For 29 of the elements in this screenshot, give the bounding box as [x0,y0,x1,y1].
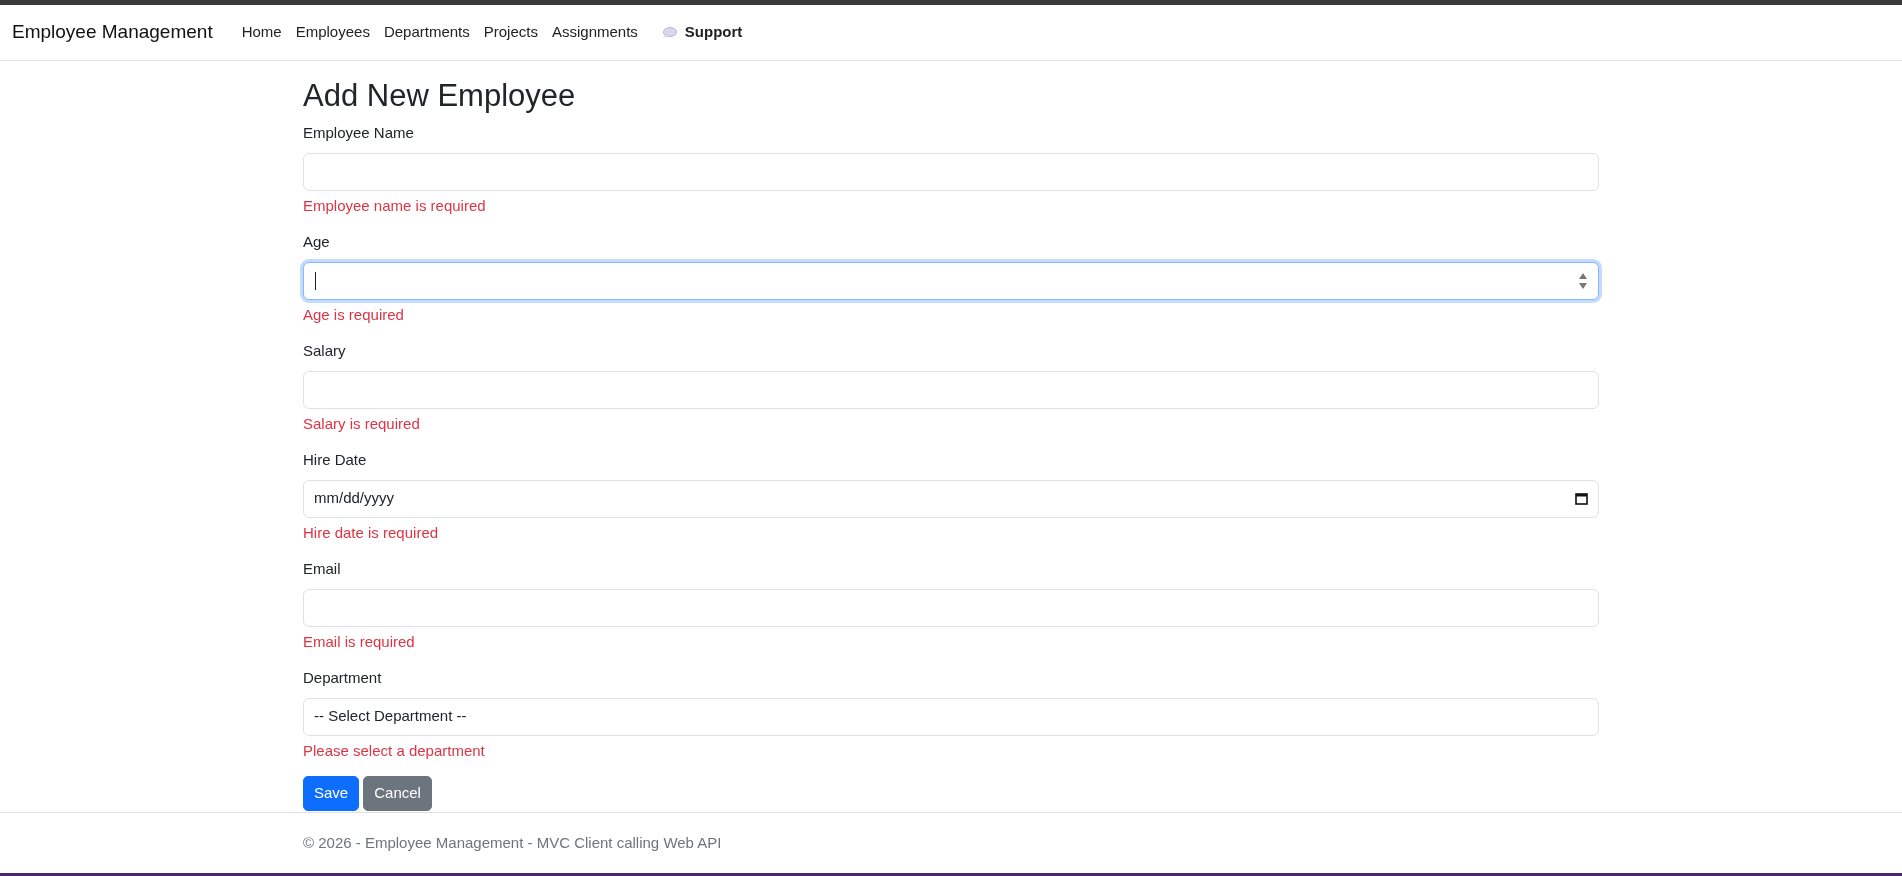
department-select[interactable]: -- Select Department -- [303,697,1599,736]
nav-link[interactable]: Projects [476,21,545,44]
field-label: Hire Date [303,450,368,471]
validation-message: Age is required [303,304,405,325]
input-field[interactable] [303,261,1599,300]
field-label: Age [303,232,331,253]
nav-link[interactable]: Support [654,21,750,44]
field-label: Email [303,559,342,580]
validation-message: Employee name is required [303,195,487,216]
calendar-icon[interactable] [1575,492,1588,506]
brand-link[interactable]: Employee Management [12,18,213,47]
page-title: Add New Employee [303,77,577,115]
field-label: Employee Name [303,123,415,144]
field-label: Salary [303,341,347,362]
validation-message: Please select a department [303,740,486,761]
nav-link[interactable]: Employees [288,21,377,44]
footer-text: © 2026 - Employee Management - MVC Client calling Web API [303,832,722,853]
validation-message: Salary is required [303,413,421,434]
validation-message: Email is required [303,631,416,652]
validation-message: Hire date is required [303,522,440,543]
nav-link[interactable]: Departments [376,21,477,44]
speech-bubble-icon [661,26,677,39]
cancel-button[interactable]: Cancel [363,776,432,811]
nav-link[interactable]: Assignments [544,21,645,44]
field-label: Department [303,668,383,689]
save-button[interactable]: Save [303,776,360,811]
date-field[interactable]: mm/dd/yyyy [303,479,1599,518]
text-cursor [315,271,316,290]
nav-link[interactable]: Home [234,21,289,44]
